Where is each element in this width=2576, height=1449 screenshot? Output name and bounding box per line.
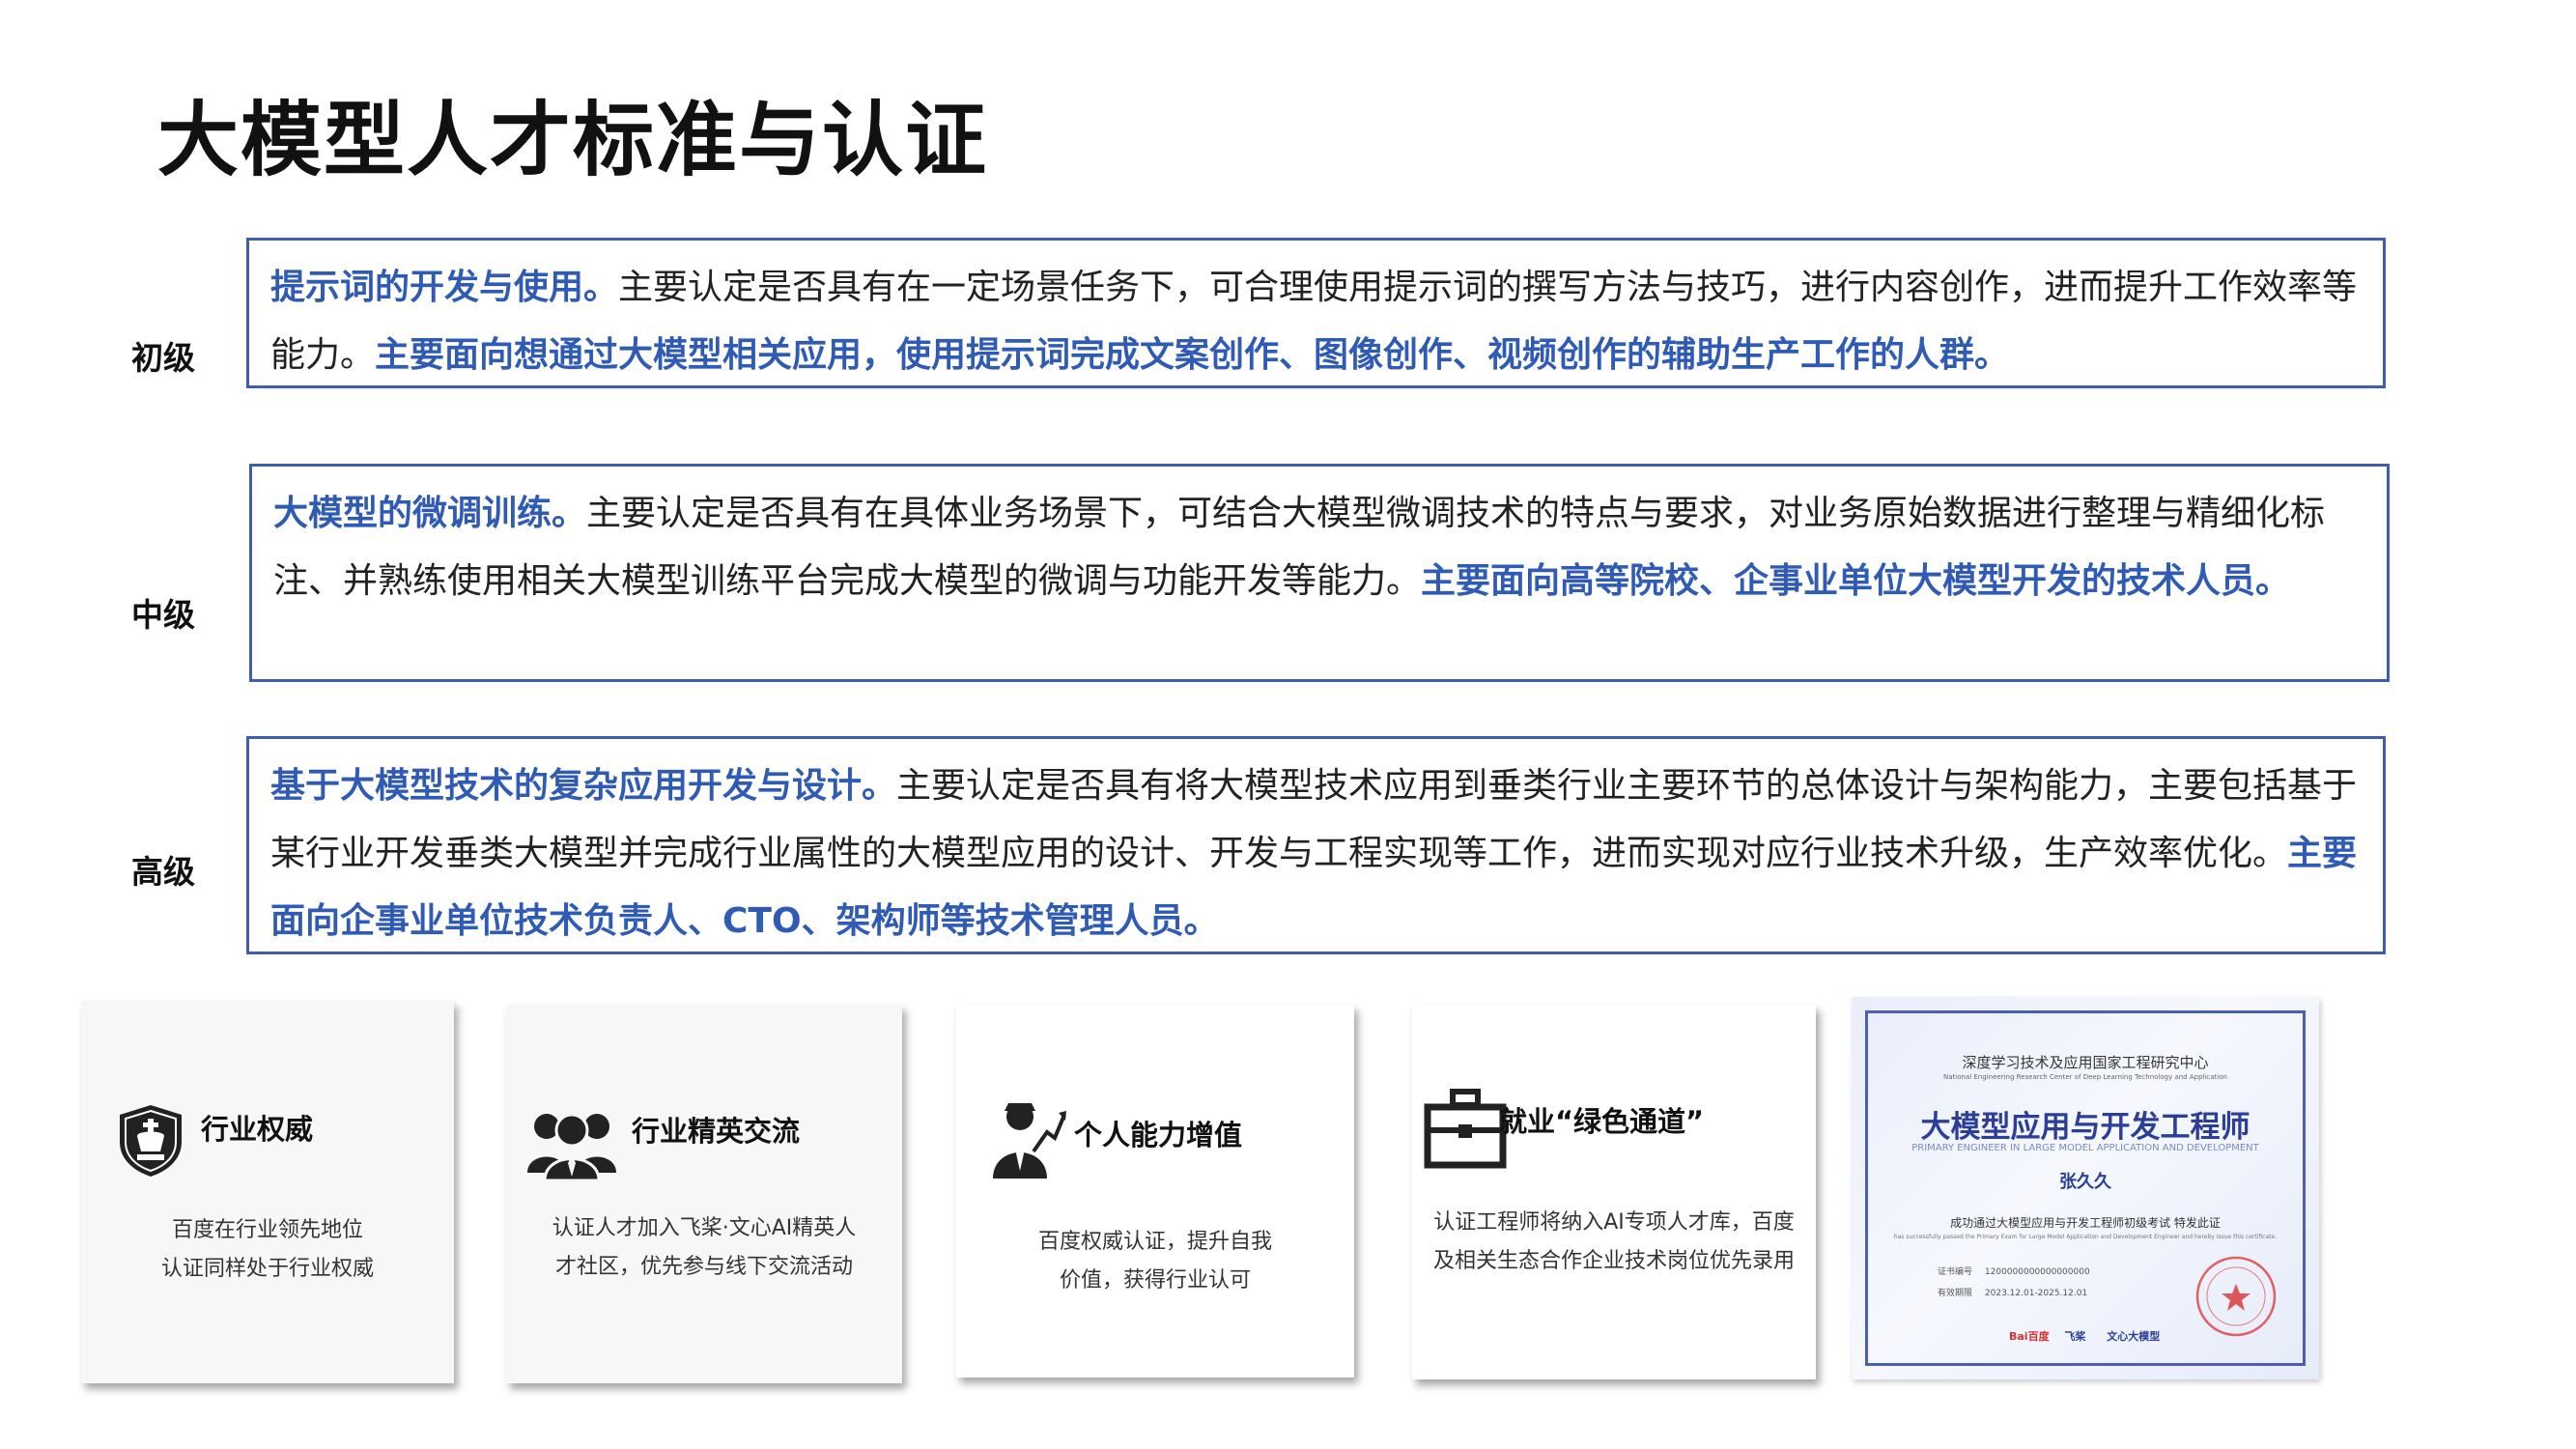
card-desc-line: 认证人才加入飞桨·文心AI精英人 bbox=[552, 1216, 857, 1240]
red-seal-icon bbox=[2194, 1255, 2278, 1342]
cert-number-row: 证书编号 1200000000000000000 bbox=[1938, 1264, 2090, 1277]
level-highlight: 提示词的开发与使用。 bbox=[270, 268, 619, 307]
card-desc-line: 才社区，优先参与线下交流活动 bbox=[554, 1255, 853, 1279]
card-desc-line: 认证工程师将纳入AI专项人才库，百度 bbox=[1433, 1210, 1795, 1235]
card-desc-line: 百度权威认证，提升自我 bbox=[1037, 1230, 1272, 1254]
page-title: 大模型人才标准与认证 bbox=[157, 93, 989, 187]
card-desc-line: 认证同样处于行业权威 bbox=[160, 1257, 374, 1281]
briefcase-icon bbox=[1424, 1088, 1507, 1173]
benefit-card-employment: 就业“绿色通道” 认证工程师将纳入AI专项人才库，百度 及相关生态合作企业技术岗… bbox=[1412, 1005, 1816, 1379]
people-group-icon bbox=[525, 1105, 618, 1184]
certificate-frame: 深度学习技术及应用国家工程研究中心 National Engineering R… bbox=[1865, 1010, 2306, 1366]
benefit-card-authority: 行业权威 百度在行业领先地位 认证同样处于行业权威 bbox=[81, 1001, 454, 1383]
cert-validity-label: 有效期限 bbox=[1938, 1289, 1973, 1298]
certificate-image: 深度学习技术及应用国家工程研究中心 National Engineering R… bbox=[1852, 997, 2319, 1379]
cert-org-en: National Engineering Research Center of … bbox=[1943, 1073, 2227, 1081]
level-label-junior: 初级 bbox=[131, 339, 195, 377]
chess-king-shield-icon bbox=[116, 1103, 185, 1182]
level-audience: 主要面向想通过大模型相关应用，使用提示词完成文案创作、图像创作、视频创作的辅助生… bbox=[375, 335, 2010, 375]
cert-title: 大模型应用与开发工程师 bbox=[1920, 1110, 2250, 1145]
level-audience: 主要面向高等院校、企事业单位大模型开发的技术人员。 bbox=[1421, 561, 2291, 601]
level-label-senior: 高级 bbox=[131, 853, 195, 891]
level-box-intermediate: 大模型的微调训练。主要认定是否具有在具体业务场景下，可结合大模型微调技术的特点与… bbox=[249, 464, 2390, 682]
cert-number: 1200000000000000000 bbox=[1984, 1267, 2090, 1277]
cert-validity-row: 有效期限 2023.12.01-2025.12.01 bbox=[1938, 1286, 2087, 1298]
card-heading: 行业权威 bbox=[201, 1113, 314, 1146]
benefit-card-elite-exchange: 行业精英交流 认证人才加入飞桨·文心AI精英人 才社区，优先参与线下交流活动 bbox=[506, 1005, 902, 1383]
card-description: 百度权威认证，提升自我 价值，获得行业认可 bbox=[956, 1223, 1354, 1300]
card-description: 认证人才加入飞桨·文心AI精英人 才社区，优先参与线下交流活动 bbox=[506, 1209, 902, 1287]
paddle-logo: 飞桨 bbox=[2064, 1330, 2086, 1343]
cert-statement-en: has successfully passed the Primary Exam… bbox=[1893, 1234, 2278, 1240]
level-highlight: 大模型的微调训练。 bbox=[273, 494, 587, 533]
wenxin-logo: 文心大模型 bbox=[2107, 1330, 2161, 1343]
benefit-card-personal-growth: 个人能力增值 百度权威认证，提升自我 价值，获得行业认可 bbox=[956, 1005, 1354, 1378]
baidu-logo: Bai百度 bbox=[2009, 1330, 2050, 1343]
cert-number-label: 证书编号 bbox=[1938, 1267, 1973, 1277]
card-heading: 行业精英交流 bbox=[632, 1115, 801, 1148]
level-box-senior: 基于大模型技术的复杂应用开发与设计。主要认定是否具有将大模型技术应用到垂类行业主… bbox=[246, 736, 2386, 954]
card-desc-line: 价值，获得行业认可 bbox=[1059, 1268, 1251, 1293]
card-desc-line: 及相关生态合作企业技术岗位优先录用 bbox=[1432, 1249, 1795, 1273]
card-description: 百度在行业领先地位 认证同样处于行业权威 bbox=[81, 1211, 454, 1289]
card-description: 认证工程师将纳入AI专项人才库，百度 及相关生态合作企业技术岗位优先录用 bbox=[1412, 1204, 1816, 1281]
person-growth-icon bbox=[991, 1094, 1068, 1184]
cert-org: 深度学习技术及应用国家工程研究中心 bbox=[1962, 1054, 2209, 1071]
cert-statement: 成功通过大模型应用与开发工程师初级考试 特发此证 bbox=[1950, 1216, 2221, 1230]
cert-logos: Bai百度 飞桨 文心大模型 bbox=[2009, 1328, 2160, 1344]
cert-holder-name: 张久久 bbox=[2059, 1172, 2111, 1192]
cert-validity: 2023.12.01-2025.12.01 bbox=[1984, 1289, 2088, 1298]
card-heading: 就业“绿色通道” bbox=[1499, 1105, 1705, 1138]
level-label-intermediate: 中级 bbox=[131, 596, 195, 634]
level-highlight: 基于大模型技术的复杂应用开发与设计。 bbox=[270, 766, 897, 806]
cert-title-en: PRIMARY ENGINEER IN LARGE MODEL APPLICAT… bbox=[1911, 1143, 2259, 1153]
level-box-junior: 提示词的开发与使用。主要认定是否具有在一定场景任务下，可合理使用提示词的撰写方法… bbox=[246, 238, 2386, 388]
card-desc-line: 百度在行业领先地位 bbox=[171, 1218, 363, 1242]
card-heading: 个人能力增值 bbox=[1074, 1119, 1243, 1151]
